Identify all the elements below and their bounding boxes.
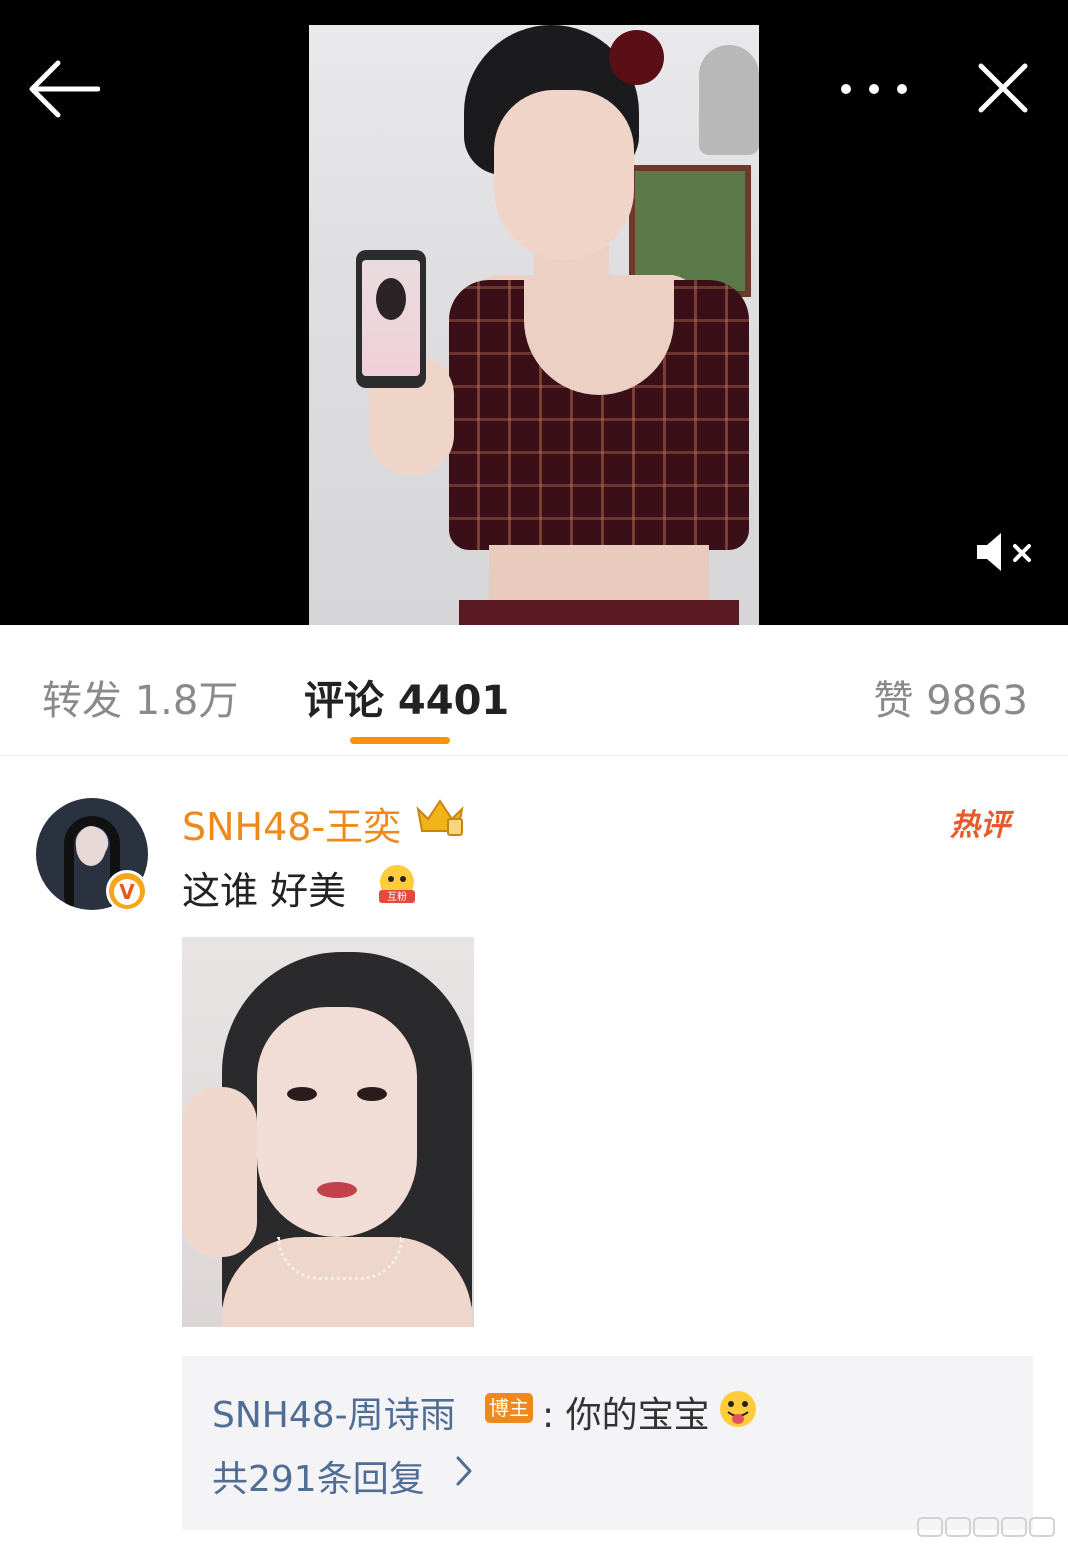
subject-skirt xyxy=(459,600,739,625)
image-lips xyxy=(317,1182,357,1198)
background-lamp xyxy=(699,45,759,155)
image-eye-left xyxy=(287,1087,317,1101)
tab-likes[interactable]: 赞 9863 xyxy=(873,668,1028,726)
watermark-icon xyxy=(917,1517,1055,1537)
tongue-emoji-icon xyxy=(720,1391,756,1427)
back-arrow-icon[interactable] xyxy=(28,58,100,120)
active-tab-indicator xyxy=(350,737,450,744)
hot-comment-label: 热评 xyxy=(950,808,1010,843)
subject-scrunchie xyxy=(609,30,664,85)
image-hand xyxy=(182,1087,257,1257)
held-phone xyxy=(356,250,426,388)
verified-badge: V xyxy=(106,870,148,912)
subject-midriff xyxy=(489,545,709,605)
close-icon[interactable] xyxy=(975,60,1031,116)
comment-text: 这谁 好美 xyxy=(182,869,347,913)
verified-mark: V xyxy=(114,879,140,905)
video-player[interactable] xyxy=(0,0,1068,625)
reply-preview[interactable]: SNH48-周诗雨 博主 : 你的宝宝 共291条回复 xyxy=(182,1356,1033,1530)
mute-icon[interactable] xyxy=(975,530,1035,574)
tab-comments[interactable]: 评论 4401 xyxy=(304,668,509,726)
chevron-right-icon[interactable] xyxy=(454,1454,474,1488)
crown-icon xyxy=(416,799,464,836)
comment-author[interactable]: SNH48-王奕 xyxy=(182,796,401,851)
subject-face xyxy=(494,90,634,260)
reply-author[interactable]: SNH48-周诗雨 xyxy=(212,1386,456,1438)
more-icon[interactable] xyxy=(838,74,910,104)
held-phone-screen xyxy=(362,260,420,376)
fan-emoji-icon: 互粉 xyxy=(379,865,415,903)
tab-repost[interactable]: 转发 1.8万 xyxy=(42,668,238,726)
author-badge: 博主 xyxy=(485,1393,533,1423)
fan-emoji-label: 互粉 xyxy=(387,890,407,903)
held-phone-photo xyxy=(376,278,406,320)
image-eye-right xyxy=(357,1087,387,1101)
reply-text: : 你的宝宝 xyxy=(542,1395,710,1436)
video-frame[interactable] xyxy=(309,25,759,625)
avatar-face xyxy=(76,826,106,866)
tab-bar: 转发 1.8万 评论 4401 赞 9863 xyxy=(0,625,1068,756)
image-face xyxy=(257,1007,417,1237)
comment-image[interactable] xyxy=(182,937,474,1327)
view-replies-link[interactable]: 共291条回复 xyxy=(212,1450,425,1502)
